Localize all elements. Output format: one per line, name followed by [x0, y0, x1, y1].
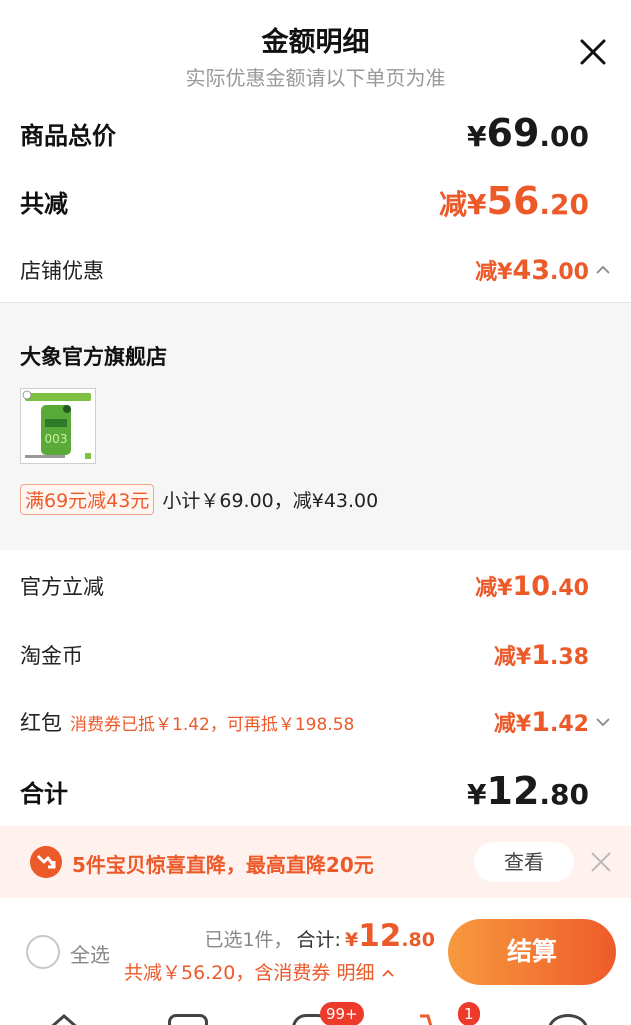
hongbao-row[interactable]: 红包 消费券已抵￥1.42，可再抵￥198.58 减 ¥ 1 .42 [20, 704, 589, 740]
official-discount-row: 官方立减 减 ¥ 10 .40 [20, 568, 589, 604]
promo-line: 满69元减43元 小计￥69.00，减¥43.00 [20, 484, 378, 515]
messages-badge: 99+ [320, 1002, 364, 1025]
select-all-label[interactable]: 全选 [70, 939, 110, 968]
promo-tag: 满69元减43元 [20, 484, 155, 515]
chevron-down-icon[interactable] [595, 714, 611, 730]
close-icon[interactable] [577, 36, 609, 68]
store-discount-amount: 减 ¥ 43 .00 [475, 255, 589, 286]
store-subtotal: 小计￥69.00，减¥43.00 [162, 490, 379, 512]
store-discount-row[interactable]: 店铺优惠 减 ¥ 43 .00 [20, 252, 589, 288]
select-all-radio[interactable] [26, 935, 60, 969]
total-price-row: 商品总价 ¥ 69 .00 [20, 110, 589, 156]
store-panel: 大象官方旗舰店 003 满69元减43元 小计￥69.00，减¥43.00 [0, 303, 631, 550]
chevron-up-icon[interactable] [595, 262, 611, 278]
total-discount-amount: 减 ¥ 56 .20 [439, 179, 589, 223]
product-thumbnail[interactable]: 003 [20, 388, 96, 464]
store-name: 大象官方旗舰店 [20, 345, 167, 369]
detail-link[interactable]: 明细 [336, 962, 394, 984]
product-thumb-text: 003 [45, 432, 68, 446]
product-image: 003 [21, 389, 95, 463]
footer-total-amount: ¥ 12 .80 [344, 918, 435, 954]
hongbao-label-group: 红包 消费券已抵￥1.42，可再抵￥198.58 [20, 707, 354, 737]
official-discount-amount: 减 ¥ 10 .40 [475, 571, 589, 602]
hongbao-note: 消费券已抵￥1.42，可再抵￥198.58 [70, 714, 355, 735]
footer-discount-line: 共减￥56.20，含消费券 明细 [124, 958, 395, 985]
checkout-button[interactable]: 结算 [448, 919, 616, 985]
grand-total-amount: ¥ 12 .80 [467, 769, 589, 813]
selected-summary: 已选1件， 合计: ¥ 12 .80 [204, 918, 435, 954]
grand-total-row: 合计 ¥ 12 .80 [20, 768, 589, 814]
view-button[interactable]: 查看 [474, 842, 574, 882]
official-discount-label: 官方立减 [20, 575, 104, 599]
store-discount-label: 店铺优惠 [20, 259, 104, 283]
total-discount-label: 共减 [20, 189, 68, 218]
total-price-amount: ¥ 69 .00 [467, 111, 589, 155]
banner-text: 5件宝贝惊喜直降，最高直降20元 [72, 853, 374, 877]
hongbao-label: 红包 [20, 711, 62, 735]
price-drop-banner: 5件宝贝惊喜直降，最高直降20元 查看 [0, 826, 631, 898]
banner-close-icon[interactable] [590, 851, 612, 873]
profile-icon[interactable] [548, 1014, 588, 1025]
page-title: 金额明细 [261, 27, 370, 58]
hongbao-amount: 减 ¥ 1 .42 [493, 707, 589, 738]
tab-bar: 99+ 1 [0, 1002, 631, 1025]
home-icon[interactable] [44, 1012, 84, 1025]
cart-icon[interactable] [418, 1014, 462, 1025]
taojinbi-amount: 减 ¥ 1 .38 [493, 640, 589, 671]
chevron-up-small-icon [381, 969, 394, 977]
cart-badge: 1 [458, 1002, 480, 1025]
taojinbi-row: 淘金币 减 ¥ 1 .38 [20, 637, 589, 673]
checkout-bar: 全选 已选1件， 合计: ¥ 12 .80 共减￥56.20，含消费券 明细 结… [0, 898, 631, 1025]
total-price-label: 商品总价 [20, 121, 116, 150]
price-drop-icon [30, 846, 62, 878]
total-discount-row: 共减 减 ¥ 56 .20 [20, 178, 589, 224]
page-subtitle: 实际优惠金额请以下单页为准 [185, 66, 446, 90]
grand-total-label: 合计 [20, 779, 68, 808]
sheet-header: 金额明细 实际优惠金额请以下单页为准 [0, 0, 631, 100]
chat-icon[interactable] [168, 1014, 208, 1025]
taojinbi-label: 淘金币 [20, 644, 83, 668]
